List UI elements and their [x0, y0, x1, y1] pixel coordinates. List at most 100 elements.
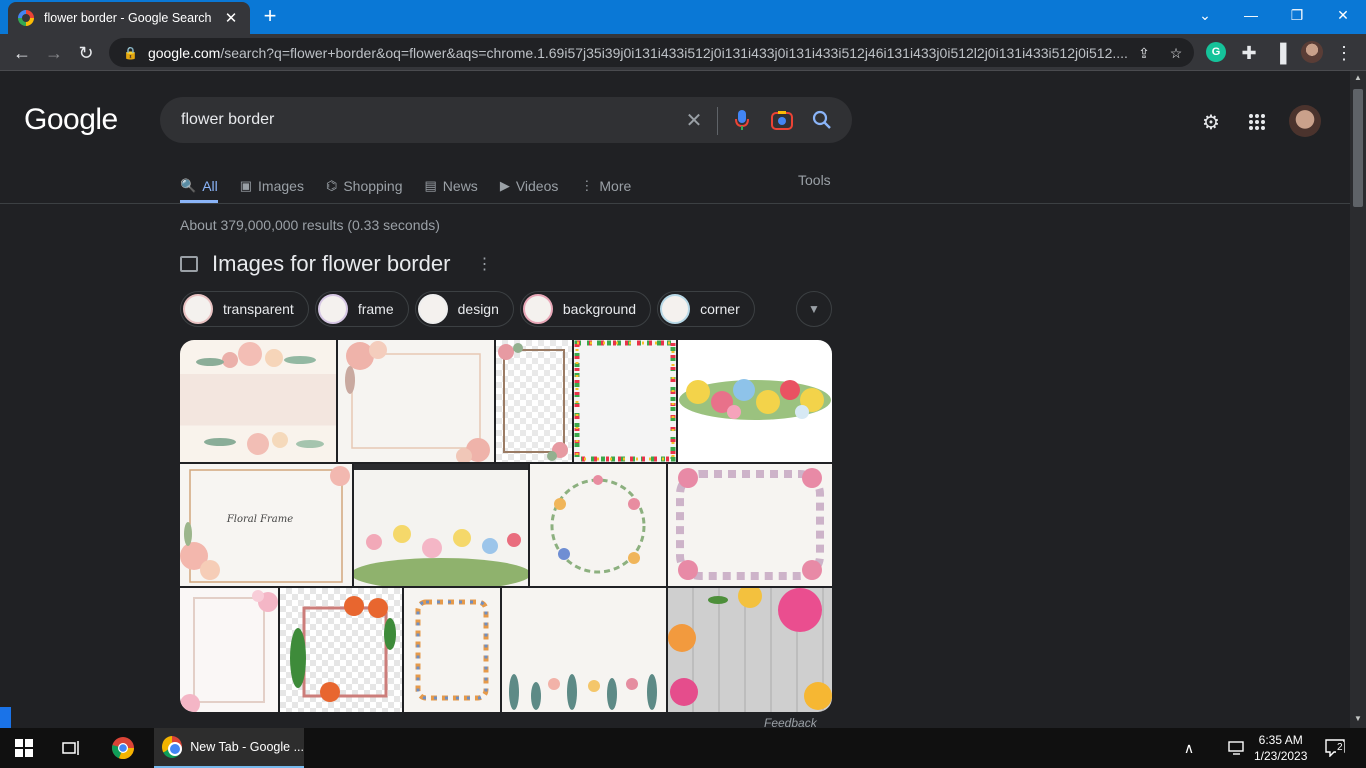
windows-start-icon[interactable]: [14, 736, 34, 760]
side-widget-tab[interactable]: [0, 707, 11, 728]
image-section-icon: [180, 256, 198, 272]
images-section-header: Images for flower border ⋮: [180, 251, 492, 277]
chip-thumbnail: [183, 294, 213, 324]
play-icon: ▶: [499, 178, 510, 193]
image-result-wood-flowers[interactable]: [668, 588, 832, 712]
new-tab-button[interactable]: +: [258, 4, 282, 28]
chip-design[interactable]: design: [414, 291, 514, 327]
tab-all[interactable]: 🔍 All: [180, 171, 218, 203]
more-options-icon[interactable]: ⋮: [476, 254, 492, 274]
taskbar-window-title: New Tab - Google ...: [190, 740, 304, 754]
svg-text:Floral Frame: Floral Frame: [226, 514, 293, 525]
scroll-up-arrow-icon[interactable]: ▲: [1350, 71, 1366, 85]
search-results-page: Google flower border ✕ ⚙ 🔍 All ▣ Images ⌬ S…: [0, 71, 1350, 728]
profile-avatar[interactable]: [1301, 41, 1323, 63]
image-result-meadow-flowers[interactable]: [354, 464, 528, 586]
side-panel-icon[interactable]: ▐: [1267, 40, 1293, 66]
voice-search-mic-icon[interactable]: [731, 109, 753, 131]
tab-more[interactable]: ⋮ More: [580, 171, 631, 201]
close-tab-icon[interactable]: ✕: [222, 9, 240, 27]
search-icon: 🔍: [180, 177, 197, 193]
notification-count: 2: [1336, 742, 1344, 753]
tab-videos[interactable]: ▶ Videos: [500, 171, 559, 201]
address-url: google.com/search?q=flower+border&oq=flo…: [147, 44, 1128, 61]
share-icon[interactable]: ⇪: [1135, 44, 1153, 62]
system-clock[interactable]: 6:35 AM 1/23/2023: [1254, 732, 1307, 764]
image-result-pink-rose-frame[interactable]: [668, 464, 832, 586]
image-result-floral-frame-card[interactable]: Floral Frame: [180, 464, 352, 586]
tag-icon: ⌬: [325, 178, 338, 193]
tab-search-icon[interactable]: ⌄: [1182, 0, 1228, 30]
extensions-puzzle-icon[interactable]: ✚: [1236, 40, 1262, 66]
search-tabs: 🔍 All ▣ Images ⌬ Shopping ▤ News ▶ Videos ⋮ Mo…: [180, 171, 653, 203]
clock-time: 6:35 AM: [1258, 733, 1303, 747]
account-avatar[interactable]: [1289, 105, 1321, 137]
clock-date: 1/23/2023: [1254, 749, 1308, 763]
image-refinement-chips: transparent frame design background corn…: [180, 291, 761, 327]
settings-gear-icon[interactable]: ⚙: [1199, 110, 1223, 134]
minimize-button[interactable]: —: [1228, 0, 1274, 30]
image-results-grid: Floral Frame: [180, 340, 832, 712]
image-result-yellow-flowers[interactable]: [678, 340, 832, 462]
address-bar[interactable]: 🔒 google.com/search?q=flower+border&oq=f…: [109, 38, 1194, 67]
image-result-leafy-border[interactable]: [502, 588, 666, 712]
nav-divider: [0, 203, 1350, 204]
chip-background[interactable]: background: [519, 291, 652, 327]
chip-thumbnail: [660, 294, 691, 324]
notification-center-icon[interactable]: 2: [1324, 736, 1346, 760]
tools-button[interactable]: Tools: [798, 172, 831, 188]
chip-transparent[interactable]: transparent: [180, 291, 309, 327]
tab-news[interactable]: ▤ News: [425, 171, 478, 201]
chip-corner[interactable]: corner: [657, 291, 755, 327]
feedback-link[interactable]: Feedback: [764, 716, 817, 728]
lock-icon: 🔒: [123, 45, 138, 60]
image-result-watercolor-banner[interactable]: [180, 340, 336, 462]
close-window-button[interactable]: ✕: [1320, 0, 1366, 30]
chevron-down-icon[interactable]: ▼: [796, 291, 832, 327]
windows-taskbar: New Tab - Google ... ∧ 6:35 AM 1/23/2023…: [0, 728, 1366, 768]
search-submit-icon[interactable]: [811, 109, 833, 131]
apps-grid-icon[interactable]: [1245, 110, 1269, 134]
google-logo[interactable]: Google: [24, 103, 118, 137]
show-hidden-icons-chevron-up-icon[interactable]: ∧: [1180, 736, 1198, 760]
chip-thumbnail: [417, 294, 448, 324]
image-result-pink-frame[interactable]: [338, 340, 494, 462]
restore-button[interactable]: ❐: [1274, 0, 1320, 30]
images-section-title[interactable]: Images for flower border: [212, 251, 450, 277]
scroll-down-arrow-icon[interactable]: ▼: [1350, 712, 1366, 726]
bookmark-star-icon[interactable]: ☆: [1167, 44, 1185, 62]
forward-arrow-icon[interactable]: →: [41, 40, 67, 66]
image-result-orange-flower-frame[interactable]: [280, 588, 402, 712]
grammarly-extension-icon[interactable]: G: [1206, 42, 1226, 62]
network-icon[interactable]: [1226, 736, 1248, 760]
chrome-icon: [162, 736, 183, 758]
image-result-colorful-border[interactable]: [574, 340, 676, 462]
image-result-transparent-frame[interactable]: [496, 340, 572, 462]
back-arrow-icon[interactable]: ←: [9, 40, 35, 66]
more-vert-icon: ⋮: [580, 178, 594, 193]
page-scrollbar[interactable]: ▲ ▼: [1350, 71, 1366, 728]
chrome-taskbar-icon[interactable]: [110, 736, 136, 760]
clear-search-icon[interactable]: ✕: [683, 109, 705, 132]
image-icon: ▣: [239, 178, 253, 193]
chip-thumbnail: [317, 294, 348, 324]
browser-toolbar: ← → ↻ 🔒 google.com/search?q=flower+borde…: [0, 34, 1366, 71]
result-stats: About 379,000,000 results (0.33 seconds): [180, 217, 440, 233]
tab-shopping[interactable]: ⌬ Shopping: [326, 171, 403, 201]
lens-camera-icon[interactable]: [771, 109, 793, 131]
browser-titlebar: flower border - Google Search ✕ + ⌄ — ❐ …: [0, 0, 1366, 34]
google-favicon-icon: [18, 10, 34, 26]
image-result-wreath[interactable]: [530, 464, 666, 586]
image-result-cherry-blossom-frame[interactable]: [180, 588, 278, 712]
image-result-blue-orange-frame[interactable]: [404, 588, 500, 712]
reload-icon[interactable]: ↻: [73, 40, 99, 66]
search-box[interactable]: flower border ✕: [160, 97, 852, 143]
taskbar-chrome-window[interactable]: New Tab - Google ...: [154, 728, 304, 768]
scrollbar-thumb[interactable]: [1353, 89, 1363, 207]
browser-tab[interactable]: flower border - Google Search ✕: [8, 2, 250, 34]
tab-images[interactable]: ▣ Images: [240, 171, 304, 201]
task-view-icon[interactable]: [60, 736, 84, 760]
chrome-menu-icon[interactable]: ⋮: [1331, 40, 1357, 66]
search-divider: [717, 107, 718, 135]
chip-frame[interactable]: frame: [314, 291, 409, 327]
